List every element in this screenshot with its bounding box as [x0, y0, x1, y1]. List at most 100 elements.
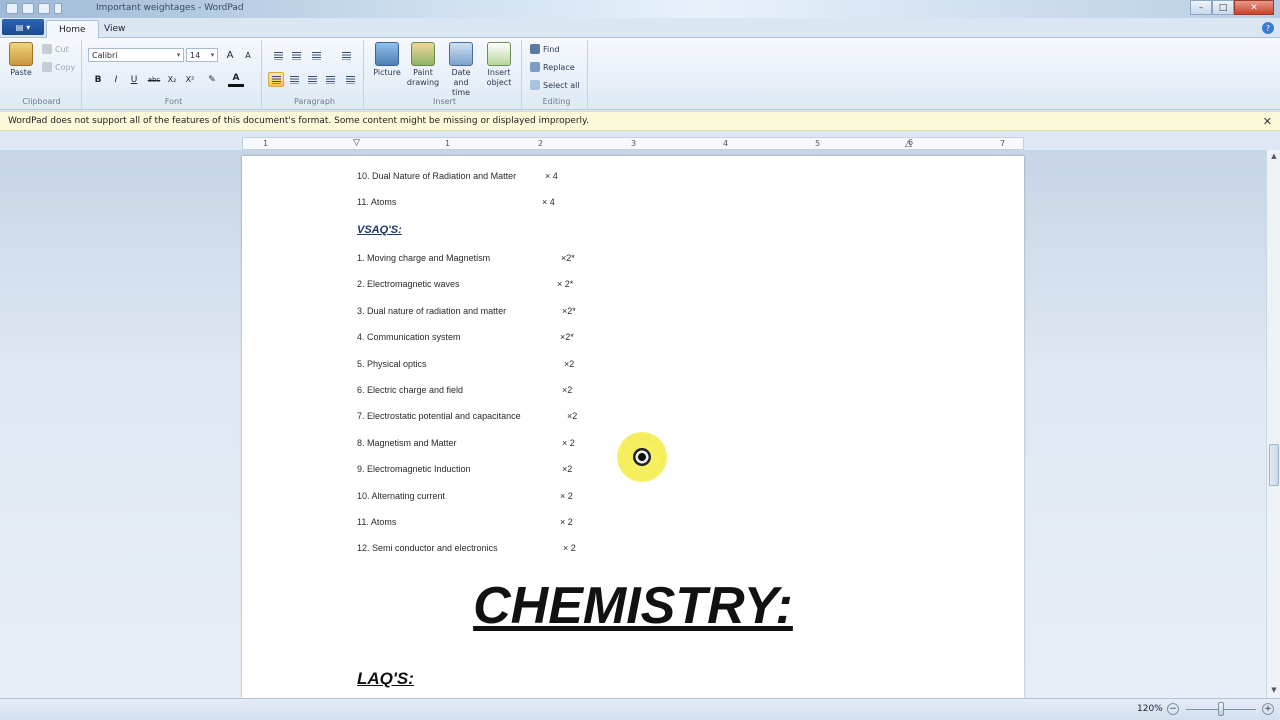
- scroll-up-icon[interactable]: ▲: [1269, 152, 1279, 162]
- chemistry-heading: CHEMISTRY:: [473, 577, 793, 635]
- binoculars-icon: [530, 44, 540, 54]
- ruler-number: 5: [815, 139, 821, 148]
- tab-view[interactable]: View: [92, 20, 137, 38]
- superscript-button[interactable]: X²: [182, 72, 198, 87]
- first-line-indent-marker[interactable]: ▽: [353, 138, 360, 148]
- compatibility-infobar: WordPad does not support all of the feat…: [0, 111, 1280, 131]
- list-item-text: 5. Physical optics: [357, 359, 427, 369]
- align-center-icon: [289, 75, 299, 84]
- decrease-indent-button[interactable]: [270, 48, 286, 63]
- shrink-font-button[interactable]: A: [240, 48, 256, 63]
- select-all-icon: [530, 80, 540, 90]
- list-item-text: 10. Dual Nature of Radiation and Matter: [357, 171, 517, 181]
- list-item-text: 4. Communication system: [357, 332, 461, 342]
- grow-font-button[interactable]: A: [222, 48, 238, 63]
- list-item-marks: × 2*: [557, 279, 574, 289]
- close-icon[interactable]: ✕: [1263, 115, 1272, 128]
- font-group-label: Font: [164, 97, 183, 106]
- ruler-number: 3: [631, 139, 637, 148]
- cut-button[interactable]: Cut: [42, 44, 69, 54]
- align-right-icon: [307, 75, 317, 84]
- paste-label: Paste: [10, 68, 32, 77]
- chevron-down-icon: ▾: [210, 51, 215, 59]
- select-all-label: Select all: [543, 80, 580, 90]
- select-all-button[interactable]: Select all: [530, 80, 580, 90]
- ruler-number: 1: [263, 139, 269, 148]
- date-time-button[interactable]: Date and time: [444, 42, 478, 98]
- copy-button[interactable]: Copy: [42, 62, 75, 72]
- document-page[interactable]: 10. Dual Nature of Radiation and Matter …: [242, 156, 1024, 698]
- window-controls: – □ ✕: [1190, 0, 1274, 15]
- zoom-out-button[interactable]: −: [1167, 703, 1179, 715]
- list-item-marks: × 2: [562, 438, 575, 448]
- ruler[interactable]: ▽ △ 1 1 2 3 4 5 6 7: [242, 137, 1024, 150]
- ruler-number: 2: [538, 139, 544, 148]
- zoom-in-button[interactable]: +: [1262, 703, 1274, 715]
- picture-label: Picture: [373, 68, 401, 77]
- justify-button[interactable]: [322, 72, 338, 87]
- align-right-button[interactable]: [304, 72, 320, 87]
- vertical-scrollbar[interactable]: ▲ ▼: [1266, 150, 1280, 698]
- clipboard-icon: [9, 42, 33, 66]
- find-button[interactable]: Find: [530, 44, 559, 54]
- line-spacing-icon: [341, 51, 351, 60]
- increase-indent-button[interactable]: [288, 48, 304, 63]
- scroll-down-icon[interactable]: ▼: [1269, 686, 1279, 696]
- list-item-text: 7. Electrostatic potential and capacitan…: [357, 411, 521, 421]
- close-button[interactable]: ✕: [1234, 0, 1274, 15]
- ruler-number: 7: [1000, 139, 1006, 148]
- insert-object-button[interactable]: Insert object: [482, 42, 516, 88]
- minimize-button[interactable]: –: [1190, 0, 1212, 15]
- chevron-down-icon: ▾: [26, 22, 31, 32]
- list-item-text: 11. Atoms: [357, 197, 397, 207]
- bullets-button[interactable]: [308, 48, 324, 63]
- paragraph-group-label: Paragraph: [294, 97, 335, 106]
- font-color-icon: A: [232, 73, 240, 83]
- picture-icon: [375, 42, 399, 66]
- paint-drawing-button[interactable]: Paint drawing: [406, 42, 440, 88]
- calendar-icon: [449, 42, 473, 66]
- font-family-select[interactable]: Calibri ▾: [88, 48, 184, 62]
- undo-icon[interactable]: [22, 3, 34, 14]
- tab-home[interactable]: Home: [46, 20, 99, 38]
- font-family-value: Calibri: [92, 50, 118, 60]
- save-icon[interactable]: [6, 3, 18, 14]
- list-item-marks: ×2*: [562, 306, 576, 316]
- line-spacing-button[interactable]: [338, 48, 354, 63]
- font-size-select[interactable]: 14 ▾: [186, 48, 218, 62]
- scrollbar-thumb[interactable]: [1269, 444, 1279, 486]
- subscript-button[interactable]: X₂: [164, 72, 180, 87]
- maximize-button[interactable]: □: [1212, 0, 1234, 15]
- bold-button[interactable]: B: [90, 72, 106, 87]
- list-item-text: 11. Atoms: [357, 517, 397, 527]
- strikethrough-button[interactable]: abc: [146, 72, 162, 87]
- zoom-slider-thumb[interactable]: [1218, 702, 1224, 716]
- vsaq-heading: VSAQ'S:: [357, 224, 402, 236]
- bullets-icon: [311, 51, 321, 60]
- document-icon: ▤: [15, 22, 24, 32]
- cursor-highlight: [617, 432, 667, 482]
- replace-icon: [530, 62, 540, 72]
- align-left-button[interactable]: [268, 72, 284, 87]
- object-label: Insert object: [486, 68, 512, 87]
- application-menu-button[interactable]: ▤ ▾: [2, 19, 44, 35]
- paste-button[interactable]: Paste: [4, 42, 38, 78]
- highlight-color-button[interactable]: ✎: [204, 72, 220, 87]
- list-item-text: 12. Semi conductor and electronics: [357, 543, 498, 553]
- help-icon[interactable]: ?: [1262, 22, 1274, 34]
- paragraph-group: Paragraph: [266, 40, 364, 108]
- redo-icon[interactable]: [38, 3, 50, 14]
- underline-button[interactable]: U: [126, 72, 142, 87]
- list-item-marks: ×2*: [560, 332, 574, 342]
- font-color-button[interactable]: A: [228, 72, 244, 87]
- italic-button[interactable]: I: [108, 72, 124, 87]
- paragraph-icon: [345, 75, 355, 84]
- mouse-cursor-icon: [633, 448, 651, 466]
- list-item-text: 2. Electromagnetic waves: [357, 279, 460, 289]
- replace-button[interactable]: Replace: [530, 62, 575, 72]
- paragraph-dialog-button[interactable]: [342, 72, 358, 87]
- paint-brush-icon: [411, 42, 435, 66]
- insert-picture-button[interactable]: Picture: [370, 42, 404, 78]
- align-center-button[interactable]: [286, 72, 302, 87]
- customize-qat-icon[interactable]: [54, 3, 62, 14]
